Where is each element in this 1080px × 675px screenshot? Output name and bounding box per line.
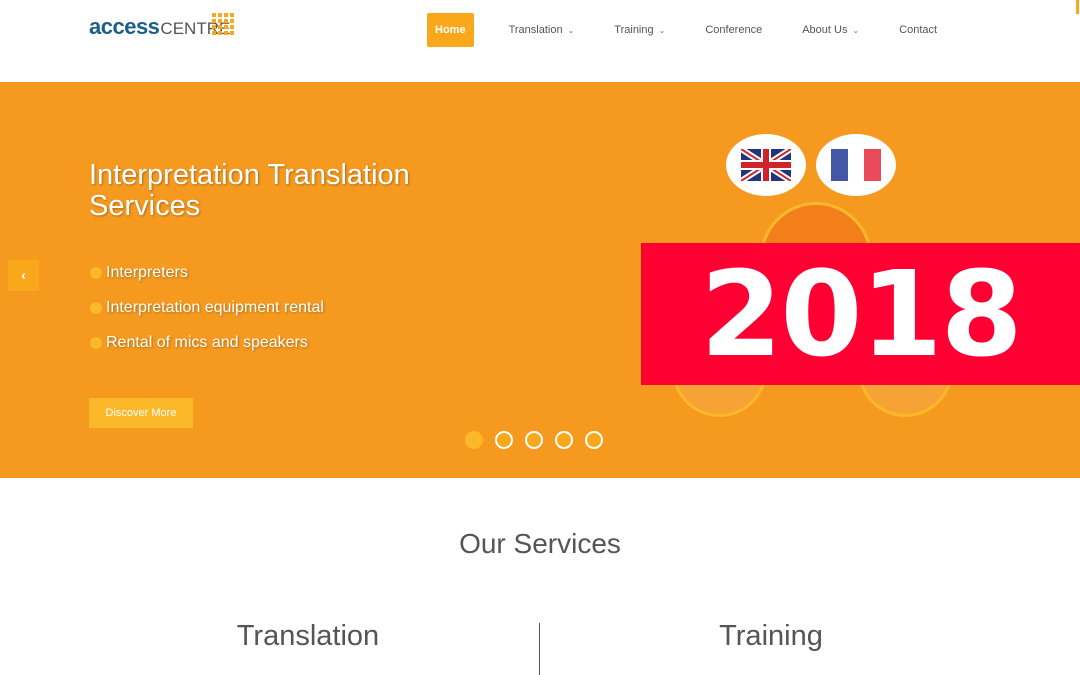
main-nav: Home Translation ⌄ Training ⌄ Conference A… bbox=[427, 13, 977, 47]
hero-title: Interpretation Translation Services bbox=[89, 159, 410, 222]
slide-dot[interactable] bbox=[465, 431, 483, 449]
bullet-item: Interpretation equipment rental bbox=[90, 299, 324, 334]
nav-label: About Us bbox=[802, 24, 848, 36]
bullet-icon bbox=[90, 337, 102, 349]
slide-dot[interactable] bbox=[495, 431, 513, 449]
chevron-down-icon: ⌄ bbox=[567, 25, 575, 35]
bullet-item: Rental of mics and speakers bbox=[90, 334, 324, 369]
nav-conference[interactable]: Conference bbox=[705, 24, 762, 36]
edge-accent bbox=[1076, 0, 1079, 14]
site-header: access CENTRE Home Translation ⌄ Training… bbox=[0, 0, 1080, 82]
speech-bubble bbox=[726, 134, 806, 196]
nav-translation[interactable]: Translation ⌄ bbox=[509, 24, 575, 36]
france-flag-icon bbox=[831, 149, 881, 181]
speech-bubble bbox=[816, 134, 896, 196]
discover-more-button[interactable]: Discover More bbox=[89, 398, 193, 428]
services-title: Our Services bbox=[459, 528, 621, 559]
nav-label: Conference bbox=[705, 24, 763, 36]
logo-dots-icon bbox=[212, 13, 234, 35]
prev-slide-button[interactable]: ‹ bbox=[8, 260, 39, 291]
slide-dot[interactable] bbox=[525, 431, 543, 449]
logo-main: access bbox=[89, 14, 160, 39]
slide-pagination bbox=[465, 431, 603, 449]
bullet-text: Rental of mics and speakers bbox=[106, 334, 308, 351]
service-translation[interactable]: Translation bbox=[158, 620, 458, 653]
chevron-down-icon: ⌄ bbox=[658, 25, 666, 35]
logo[interactable]: access CENTRE bbox=[89, 13, 234, 40]
nav-contact[interactable]: Contact bbox=[899, 24, 937, 36]
uk-flag-icon bbox=[741, 149, 791, 181]
bullet-item: Interpreters bbox=[90, 264, 324, 299]
nav-training[interactable]: Training ⌄ bbox=[614, 24, 665, 36]
chevron-down-icon: ⌄ bbox=[852, 25, 860, 35]
bullet-text: Interpreters bbox=[106, 264, 188, 281]
service-training[interactable]: Training bbox=[621, 620, 921, 653]
hero-bullets: Interpreters Interpretation equipment re… bbox=[90, 264, 324, 369]
nav-home[interactable]: Home bbox=[427, 13, 474, 47]
nav-about-us[interactable]: About Us ⌄ bbox=[802, 24, 859, 36]
slide-dot[interactable] bbox=[555, 431, 573, 449]
nav-label: Home bbox=[435, 24, 466, 36]
nav-label: Translation bbox=[508, 24, 563, 36]
column-divider bbox=[539, 623, 540, 675]
bullet-icon bbox=[90, 302, 102, 314]
bullet-text: Interpretation equipment rental bbox=[106, 299, 324, 316]
hero-slider: Interpretation Translation Services Inte… bbox=[0, 82, 1080, 478]
year-banner: 2018 bbox=[641, 243, 1080, 385]
nav-label: Training bbox=[614, 24, 654, 36]
chevron-left-icon: ‹ bbox=[21, 267, 26, 283]
bullet-icon bbox=[90, 267, 102, 279]
nav-label: Contact bbox=[899, 24, 938, 36]
slide-dot[interactable] bbox=[585, 431, 603, 449]
